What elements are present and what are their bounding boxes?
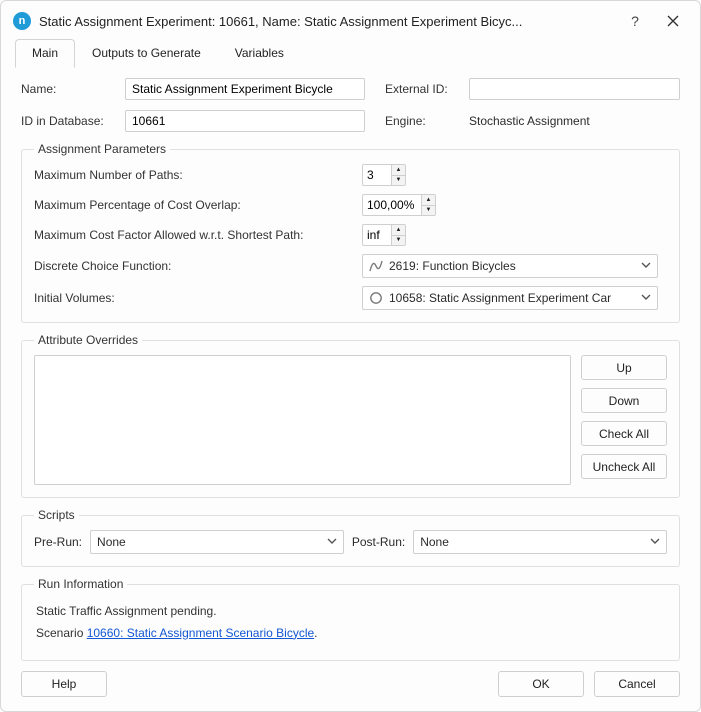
db-id-input[interactable] bbox=[125, 110, 365, 132]
dialog-window: n Static Assignment Experiment: 10661, N… bbox=[0, 0, 701, 712]
titlebar: n Static Assignment Experiment: 10661, N… bbox=[1, 1, 700, 39]
up-button[interactable]: Up bbox=[581, 355, 667, 380]
dcf-label: Discrete Choice Function: bbox=[34, 259, 354, 273]
attribute-overrides-buttons: Up Down Check All Uncheck All bbox=[581, 355, 667, 479]
max-overlap-input[interactable] bbox=[363, 195, 421, 215]
max-paths-input[interactable] bbox=[363, 165, 391, 185]
name-input[interactable] bbox=[125, 78, 365, 100]
uncheck-all-button[interactable]: Uncheck All bbox=[581, 454, 667, 479]
scenario-link[interactable]: 10660: Static Assignment Scenario Bicycl… bbox=[87, 626, 314, 640]
post-run-combo[interactable]: None bbox=[413, 530, 667, 554]
post-run-value: None bbox=[420, 535, 650, 549]
spinner-down[interactable]: ▼ bbox=[392, 236, 405, 246]
max-paths-spinner[interactable]: ▲ ▼ bbox=[362, 164, 406, 186]
spinner-buttons: ▲ ▼ bbox=[391, 165, 405, 185]
close-icon bbox=[667, 15, 679, 27]
ok-button[interactable]: OK bbox=[498, 671, 584, 697]
help-button[interactable]: ? bbox=[620, 9, 650, 33]
external-id-label: External ID: bbox=[385, 82, 461, 96]
engine-value: Stochastic Assignment bbox=[469, 114, 590, 128]
dcf-combo[interactable]: 2619: Function Bicycles bbox=[362, 254, 658, 278]
init-vol-value: 10658: Static Assignment Experiment Car bbox=[389, 291, 641, 305]
assignment-parameters-legend: Assignment Parameters bbox=[34, 142, 170, 156]
pre-run-value: None bbox=[97, 535, 327, 549]
spinner-buttons: ▲ ▼ bbox=[421, 195, 435, 215]
db-id-label: ID in Database: bbox=[21, 114, 117, 128]
scripts-legend: Scripts bbox=[34, 508, 79, 522]
spinner-down[interactable]: ▼ bbox=[422, 206, 435, 216]
tab-variables[interactable]: Variables bbox=[218, 39, 301, 68]
content-area: Name: External ID: ID in Database: Engin… bbox=[1, 68, 700, 663]
chevron-down-icon bbox=[641, 259, 651, 273]
attribute-overrides-legend: Attribute Overrides bbox=[34, 333, 142, 347]
spinner-down[interactable]: ▼ bbox=[392, 176, 405, 186]
cancel-button[interactable]: Cancel bbox=[594, 671, 680, 697]
tab-bar: Main Outputs to Generate Variables bbox=[1, 39, 700, 68]
max-cost-spinner[interactable]: ▲ ▼ bbox=[362, 224, 406, 246]
attribute-overrides-list[interactable] bbox=[34, 355, 571, 485]
tab-main[interactable]: Main bbox=[15, 39, 75, 68]
chevron-down-icon bbox=[650, 535, 660, 549]
post-run-label: Post-Run: bbox=[352, 535, 405, 549]
dialog-footer: Help OK Cancel bbox=[1, 663, 700, 711]
function-icon bbox=[369, 259, 383, 273]
row-name: Name: External ID: bbox=[21, 78, 680, 100]
down-button[interactable]: Down bbox=[581, 388, 667, 413]
app-icon: n bbox=[13, 12, 31, 30]
spinner-buttons: ▲ ▼ bbox=[391, 225, 405, 245]
tab-outputs[interactable]: Outputs to Generate bbox=[75, 39, 218, 68]
help-button-footer[interactable]: Help bbox=[21, 671, 107, 697]
engine-label: Engine: bbox=[385, 114, 461, 128]
run-information-group: Run Information Static Traffic Assignmen… bbox=[21, 577, 680, 661]
max-cost-label: Maximum Cost Factor Allowed w.r.t. Short… bbox=[34, 228, 354, 242]
spinner-up[interactable]: ▲ bbox=[422, 195, 435, 206]
spinner-up[interactable]: ▲ bbox=[392, 165, 405, 176]
scenario-suffix: . bbox=[314, 626, 317, 640]
max-overlap-spinner[interactable]: ▲ ▼ bbox=[362, 194, 436, 216]
external-id-input[interactable] bbox=[469, 78, 680, 100]
row-dbid: ID in Database: Engine: Stochastic Assig… bbox=[21, 110, 680, 132]
attribute-overrides-group: Attribute Overrides Up Down Check All Un… bbox=[21, 333, 680, 498]
name-label: Name: bbox=[21, 82, 117, 96]
help-icon: ? bbox=[631, 13, 639, 29]
chevron-down-icon bbox=[327, 535, 337, 549]
chevron-down-icon bbox=[641, 291, 651, 305]
pre-run-combo[interactable]: None bbox=[90, 530, 344, 554]
init-vol-label: Initial Volumes: bbox=[34, 291, 354, 305]
max-paths-label: Maximum Number of Paths: bbox=[34, 168, 354, 182]
max-overlap-label: Maximum Percentage of Cost Overlap: bbox=[34, 198, 354, 212]
pre-run-label: Pre-Run: bbox=[34, 535, 82, 549]
run-information-legend: Run Information bbox=[34, 577, 127, 591]
run-info-status: Static Traffic Assignment pending. bbox=[36, 601, 665, 623]
check-all-button[interactable]: Check All bbox=[581, 421, 667, 446]
scripts-group: Scripts Pre-Run: None Post-Run: None bbox=[21, 508, 680, 567]
init-vol-combo[interactable]: 10658: Static Assignment Experiment Car bbox=[362, 286, 658, 310]
assignment-parameters-group: Assignment Parameters Maximum Number of … bbox=[21, 142, 680, 323]
window-title: Static Assignment Experiment: 10661, Nam… bbox=[39, 14, 612, 29]
run-info-scenario-line: Scenario 10660: Static Assignment Scenar… bbox=[36, 623, 665, 645]
scenario-prefix: Scenario bbox=[36, 626, 87, 640]
dcf-value: 2619: Function Bicycles bbox=[389, 259, 641, 273]
circle-icon bbox=[369, 291, 383, 305]
close-button[interactable] bbox=[658, 9, 688, 33]
spinner-up[interactable]: ▲ bbox=[392, 225, 405, 236]
max-cost-input[interactable] bbox=[363, 225, 391, 245]
